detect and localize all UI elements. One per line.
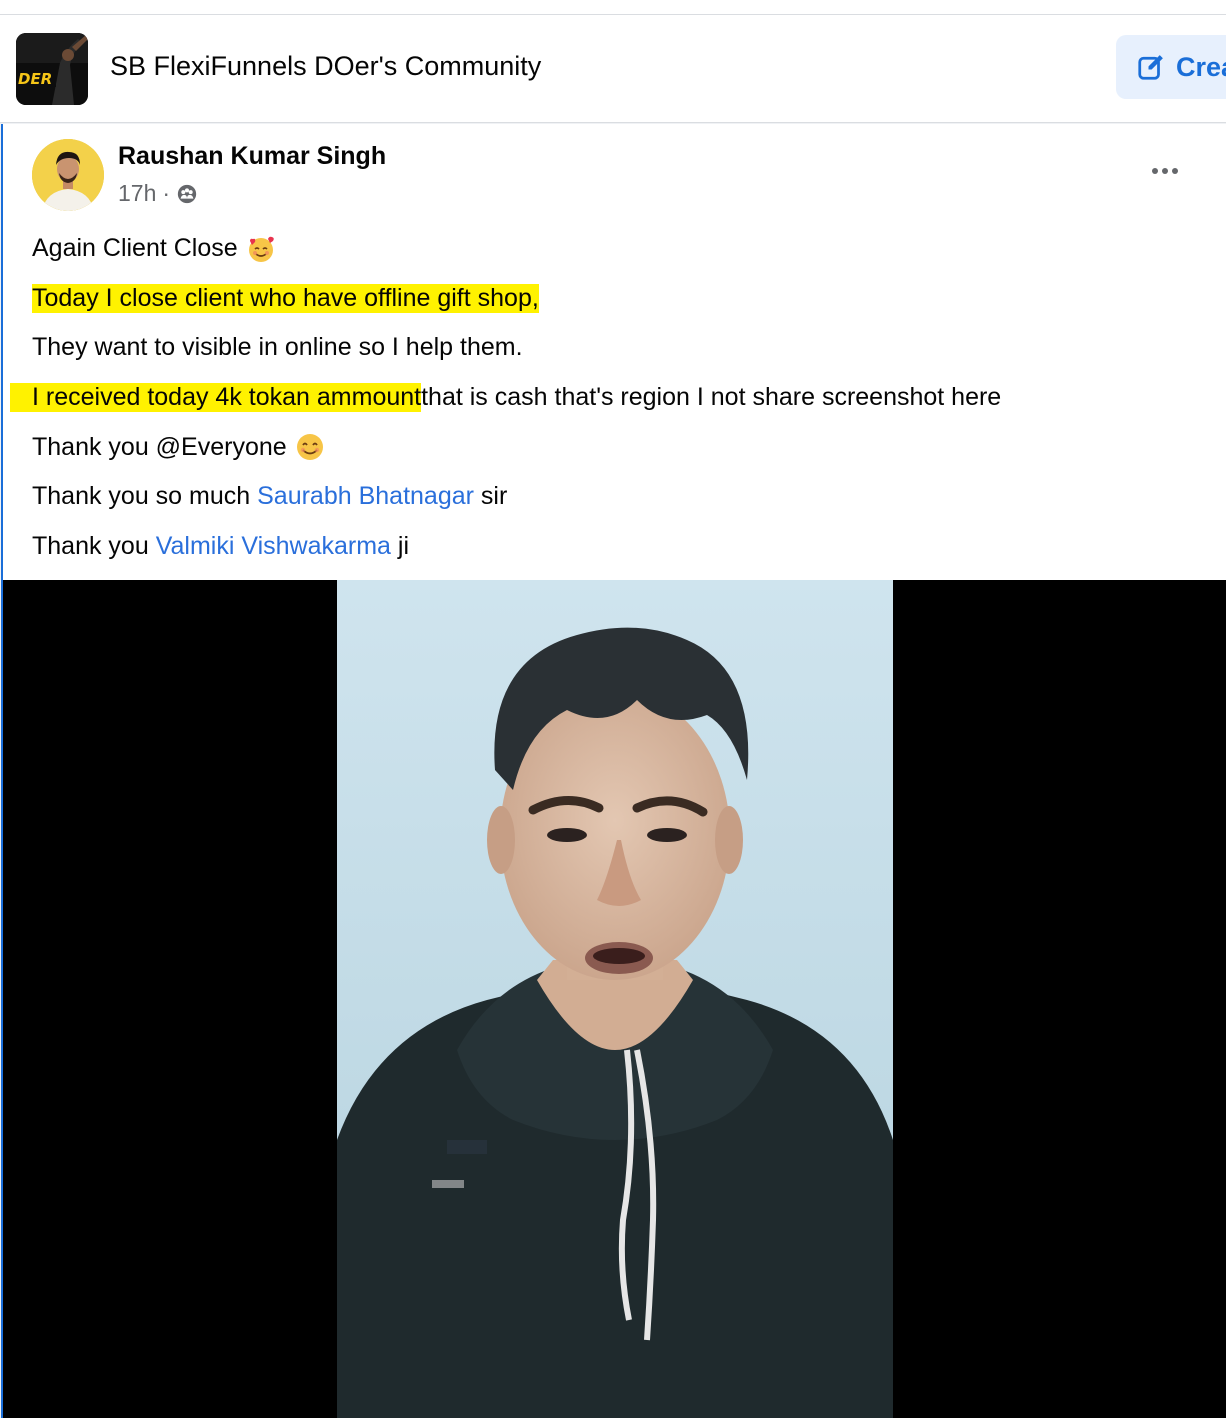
video-thumbnail-image xyxy=(337,580,893,1418)
post-options-button[interactable] xyxy=(1143,154,1187,188)
post-line: Today I close client who have offline gi… xyxy=(32,274,1212,324)
post-line-text: that is cash that's region I not share s… xyxy=(421,383,1002,412)
post-line: I received today 4k tokan ammount that i… xyxy=(10,373,1212,423)
post-line-text: Thank you so much xyxy=(32,482,251,511)
video-frame[interactable] xyxy=(337,580,893,1418)
post-line-text: sir xyxy=(480,482,508,511)
dot-icon xyxy=(1152,168,1158,174)
video-player[interactable] xyxy=(3,580,1226,1418)
highlighted-text: Today I close client who have offline gi… xyxy=(32,283,539,313)
top-strip xyxy=(0,0,1226,15)
create-post-button[interactable]: Crea xyxy=(1116,35,1226,99)
post-line-text: ji xyxy=(397,531,410,560)
group-logo-text: DER xyxy=(18,70,52,88)
smiling-face-icon xyxy=(296,434,323,461)
post-line-text: Thank you @Everyone xyxy=(32,432,287,461)
mention-link[interactable]: Saurabh Bhatnagar xyxy=(257,482,474,511)
group-thumbnail[interactable]: DER xyxy=(16,33,88,105)
edit-icon xyxy=(1138,55,1163,80)
post-line-text: Again Client Close xyxy=(32,234,238,263)
create-label: Crea xyxy=(1176,51,1226,82)
post-line: Thank you Valmiki Vishwakarma ji xyxy=(32,522,1212,572)
dot-icon xyxy=(1172,168,1178,174)
author-photo xyxy=(32,139,104,211)
dot-icon xyxy=(1162,168,1168,174)
group-header: DER SB FlexiFunnels DOer's Community Cre… xyxy=(0,15,1226,123)
highlighted-text: I received today 4k tokan ammount xyxy=(10,383,422,413)
post-line: Again Client Close xyxy=(32,224,1212,274)
post-line: Thank you so much Saurabh Bhatnagar sir xyxy=(32,472,1212,522)
group-audience-icon xyxy=(177,184,197,203)
post-text: Again Client Close Today I close client … xyxy=(10,224,1212,572)
post-line: Thank you @Everyone xyxy=(32,422,1212,472)
post-timestamp[interactable]: 17h xyxy=(118,180,156,207)
post-card: Raushan Kumar Singh 17h · Again Client C… xyxy=(1,124,1226,1418)
post-meta: 17h · xyxy=(118,180,198,207)
group-title[interactable]: SB FlexiFunnels DOer's Community xyxy=(110,51,541,82)
post-line: They want to visible in online so I help… xyxy=(32,323,1212,373)
group-logo-image: DER xyxy=(16,33,88,105)
post-line-text: They want to visible in online so I help… xyxy=(32,333,523,362)
author-name[interactable]: Raushan Kumar Singh xyxy=(118,142,386,171)
post-line-text: Thank you xyxy=(32,531,149,560)
mention-link[interactable]: Valmiki Vishwakarma xyxy=(156,532,391,561)
smiling-face-with-hearts-icon xyxy=(248,236,274,262)
author-avatar[interactable] xyxy=(32,139,104,211)
meta-separator: · xyxy=(162,180,171,206)
